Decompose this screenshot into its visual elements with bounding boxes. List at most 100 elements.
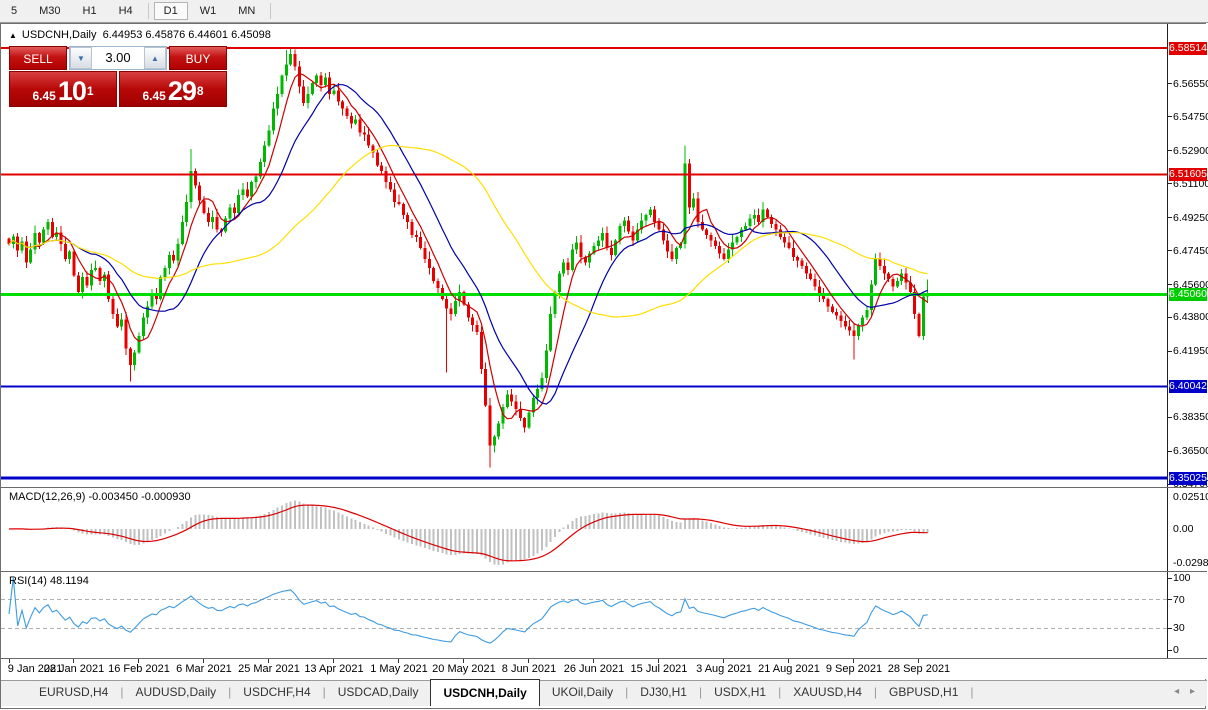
date-label: 20 May 2021 bbox=[432, 663, 496, 675]
buy-price-prefix: 6.45 bbox=[142, 88, 165, 104]
one-click-trading-panel: SELL ▼ 3.00 ▲ BUY 6.45 10 1 6.45 29 8 bbox=[9, 46, 227, 107]
price-tick-label: 6.49250 bbox=[1173, 212, 1208, 224]
rsi-tick bbox=[1168, 650, 1172, 651]
buy-button[interactable]: BUY bbox=[169, 46, 227, 70]
timeframe-button-d1[interactable]: D1 bbox=[154, 2, 188, 20]
price-tick-label: 6.38350 bbox=[1173, 411, 1208, 423]
price-tick-label: 6.36500 bbox=[1173, 445, 1208, 457]
timeframe-button-5[interactable]: 5 bbox=[1, 2, 27, 20]
buy-price-quote[interactable]: 6.45 29 8 bbox=[119, 71, 227, 107]
chart-ohlc-values: 6.44953 6.45876 6.44601 6.45098 bbox=[103, 29, 271, 41]
chart-tab-usdcnh[interactable]: USDCNH,Daily bbox=[430, 679, 539, 706]
chart-tab-usdx[interactable]: USDX,H1 bbox=[702, 681, 778, 706]
date-label: 1 May 2021 bbox=[370, 663, 427, 675]
chart-tab-eurusd[interactable]: EURUSD,H4 bbox=[27, 681, 120, 706]
macd-label: MACD(12,26,9) -0.003450 -0.000930 bbox=[9, 491, 191, 503]
price-tick bbox=[1168, 317, 1172, 318]
chart-tab-ukoil[interactable]: UKOil,Daily bbox=[540, 681, 625, 706]
chart-tab-usdcad[interactable]: USDCAD,Daily bbox=[326, 681, 431, 706]
sell-price-pips: 10 bbox=[58, 78, 86, 104]
date-label: 16 Feb 2021 bbox=[108, 663, 170, 675]
toolbar-separator bbox=[148, 3, 149, 19]
rsi-axis-label: 0 bbox=[1173, 644, 1179, 656]
timeframe-button-h1[interactable]: H1 bbox=[73, 2, 107, 20]
collapse-panel-icon[interactable]: ▲ bbox=[9, 31, 17, 40]
rsi-tick bbox=[1168, 628, 1172, 629]
timeframe-toolbar: 5M30H1H4 D1W1MN bbox=[0, 0, 1208, 23]
date-label: 13 Apr 2021 bbox=[304, 663, 363, 675]
toolbar-separator bbox=[270, 3, 271, 19]
price-tick bbox=[1168, 116, 1172, 117]
volume-decrease-icon[interactable]: ▼ bbox=[70, 47, 92, 69]
timeframe-button-w1[interactable]: W1 bbox=[190, 2, 227, 20]
macd-axis-label: 0.00 bbox=[1173, 523, 1193, 535]
price-tick bbox=[1168, 417, 1172, 418]
chart-tab-gbpusd[interactable]: GBPUSD,H1 bbox=[877, 681, 970, 706]
price-tick-label: 6.43800 bbox=[1173, 311, 1208, 323]
date-label: 26 Jun 2021 bbox=[564, 663, 625, 675]
macd-axis: 0.025108 0.00 -0.029881 bbox=[1167, 488, 1207, 571]
rsi-axis-label: 100 bbox=[1173, 572, 1191, 584]
tab-scroll-arrows-icon[interactable]: ◂ ▸ bbox=[1174, 681, 1207, 706]
price-axis: 6.565506.547506.529006.511006.492506.474… bbox=[1167, 24, 1207, 487]
date-label: 9 Sep 2021 bbox=[826, 663, 882, 675]
price-tick bbox=[1168, 351, 1172, 352]
volume-spinner: ▼ 3.00 ▲ bbox=[69, 46, 167, 70]
rsi-axis: 100 70 30 0 bbox=[1167, 572, 1207, 658]
sell-price-quote[interactable]: 6.45 10 1 bbox=[9, 71, 117, 107]
rsi-axis-label: 30 bbox=[1173, 622, 1185, 634]
price-tick bbox=[1168, 451, 1172, 452]
price-line-badge[interactable]: 6.45060 bbox=[1169, 288, 1207, 301]
chart-tab-audusd[interactable]: AUDUSD,Daily bbox=[123, 681, 228, 706]
price-line-badge[interactable]: 6.51605 bbox=[1169, 168, 1207, 181]
price-line-badge[interactable]: 6.58514 bbox=[1169, 42, 1207, 55]
price-tick bbox=[1168, 150, 1172, 151]
chart-window: ▲ USDCNH,Daily 6.44953 6.45876 6.44601 6.… bbox=[0, 23, 1206, 709]
rsi-plot bbox=[1, 572, 1167, 658]
price-tick bbox=[1168, 83, 1172, 84]
chart-symbol-label: USDCNH,Daily bbox=[22, 29, 97, 41]
sell-button[interactable]: SELL bbox=[9, 46, 67, 70]
price-tick bbox=[1168, 250, 1172, 251]
price-line-badge[interactable]: 6.40042 bbox=[1169, 380, 1207, 393]
timeframe-button-mn[interactable]: MN bbox=[228, 2, 265, 20]
price-line-badge[interactable]: 6.35025 bbox=[1169, 472, 1207, 485]
sell-price-prefix: 6.45 bbox=[32, 88, 55, 104]
rsi-tick bbox=[1168, 599, 1172, 600]
price-tick-label: 6.54750 bbox=[1173, 111, 1208, 123]
rsi-tick bbox=[1168, 578, 1172, 579]
chart-tab-dj30[interactable]: DJ30,H1 bbox=[628, 681, 699, 706]
timeframe-button-m30[interactable]: M30 bbox=[29, 2, 70, 20]
price-tick-label: 6.41950 bbox=[1173, 345, 1208, 357]
chart-tab-xauusd[interactable]: XAUUSD,H4 bbox=[781, 681, 874, 706]
volume-value[interactable]: 3.00 bbox=[92, 47, 144, 69]
buy-price-pips: 29 bbox=[168, 78, 196, 104]
date-label: 6 Mar 2021 bbox=[176, 663, 232, 675]
date-label: 28 Sep 2021 bbox=[888, 663, 950, 675]
date-label: 21 Aug 2021 bbox=[758, 663, 820, 675]
price-tick bbox=[1168, 217, 1172, 218]
price-tick bbox=[1168, 183, 1172, 184]
volume-increase-icon[interactable]: ▲ bbox=[144, 47, 166, 69]
chart-title: ▲ USDCNH,Daily 6.44953 6.45876 6.44601 6.… bbox=[9, 29, 271, 41]
date-label: 25 Mar 2021 bbox=[238, 663, 300, 675]
price-tick-label: 6.47450 bbox=[1173, 245, 1208, 257]
rsi-label: RSI(14) 48.1194 bbox=[9, 575, 89, 587]
price-tick-label: 6.52900 bbox=[1173, 145, 1208, 157]
date-label: 28 Jan 2021 bbox=[44, 663, 105, 675]
mt4-app-window: 5M30H1H4 D1W1MN ▲ USDCNH,Daily 6.44953 6.4… bbox=[0, 0, 1208, 710]
tabbar-spacer bbox=[1, 681, 27, 706]
chart-tab-bar: EURUSD,H4|AUDUSD,Daily|USDCHF,H4|USDCAD,… bbox=[1, 680, 1207, 706]
date-label: 8 Jun 2021 bbox=[502, 663, 556, 675]
date-label: 15 Jul 2021 bbox=[631, 663, 688, 675]
buy-price-fraction: 8 bbox=[197, 78, 204, 104]
timeframe-button-h4[interactable]: H4 bbox=[109, 2, 143, 20]
macd-axis-label: -0.029881 bbox=[1173, 557, 1208, 569]
chart-tab-usdchf[interactable]: USDCHF,H4 bbox=[231, 681, 322, 706]
tab-separator: | bbox=[970, 681, 973, 706]
macd-axis-label: 0.025108 bbox=[1173, 491, 1208, 503]
date-axis: 9 Jan 202128 Jan 202116 Feb 20216 Mar 20… bbox=[1, 659, 1207, 679]
price-tick-label: 6.56550 bbox=[1173, 78, 1208, 90]
rsi-axis-label: 70 bbox=[1173, 594, 1185, 606]
sell-price-fraction: 1 bbox=[87, 78, 94, 104]
